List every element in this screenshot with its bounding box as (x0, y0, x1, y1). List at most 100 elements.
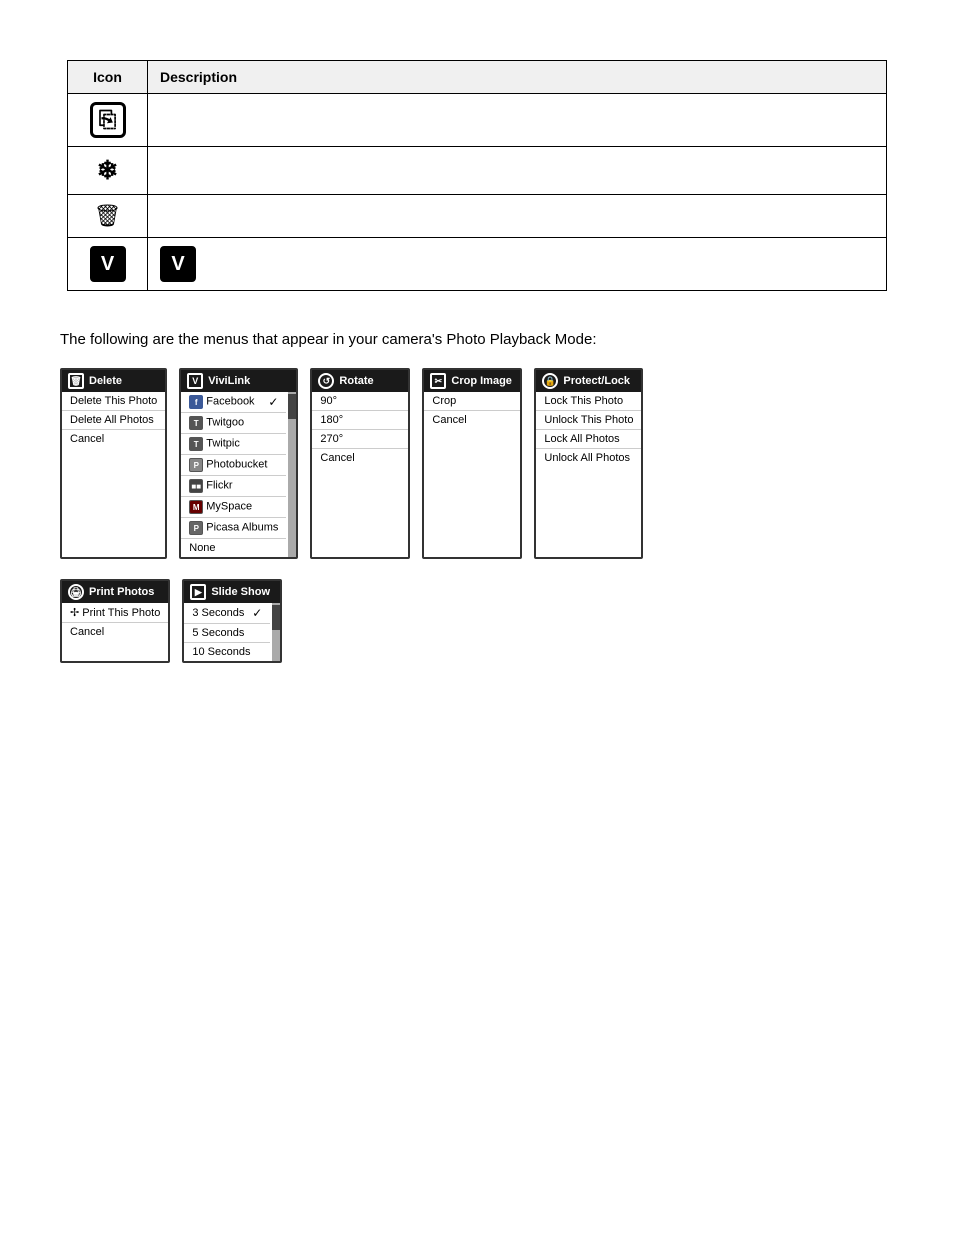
vivilink-scrollbar[interactable] (288, 392, 296, 557)
print-menu: 🖨 Print Photos ✢ Print This Photo Cancel (60, 579, 170, 663)
delete-item-2[interactable]: Delete All Photos (62, 411, 165, 430)
intro-text: The following are the menus that appear … (60, 331, 894, 348)
crop-menu-body: Crop Cancel (424, 392, 520, 429)
delete-item-3[interactable]: Cancel (62, 430, 165, 448)
slideshow-item-10sec[interactable]: 10 Seconds (184, 643, 270, 661)
print-menu-body: ✢ Print This Photo Cancel (62, 603, 168, 641)
slideshow-header-icon: ▶ (190, 584, 206, 600)
lightning-icon: ❄ (97, 155, 119, 185)
row-description-4: V (148, 238, 887, 291)
protect-menu-header: 🔒 Protect/Lock (536, 370, 641, 392)
rotate-item-cancel[interactable]: Cancel (312, 449, 408, 467)
photobucket-icon: P (189, 458, 203, 472)
protect-header-icon: 🔒 (542, 373, 558, 389)
vivilink-item-twitgoo[interactable]: TTwitgoo (181, 413, 286, 434)
menus-row-1: 🗑 Delete Delete This Photo Delete All Ph… (60, 368, 894, 559)
twitgoo-icon: T (189, 416, 203, 430)
vivilink-scrollbar-thumb (288, 394, 296, 419)
myspace-icon: M (189, 500, 203, 514)
slideshow-check: ✓ (252, 606, 262, 620)
table-row: ❄ (68, 147, 887, 195)
icon-v-cell: V (68, 238, 148, 291)
table-row: V V (68, 238, 887, 291)
rotate-menu: ↺ Rotate 90° 180° 270° Cancel (310, 368, 410, 559)
delete-menu: 🗑 Delete Delete This Photo Delete All Ph… (60, 368, 167, 559)
slideshow-item-3sec[interactable]: 3 Seconds ✓ (184, 603, 270, 624)
icon-table: Icon Description ⎘ ❄ 🗑 V V (67, 60, 887, 291)
menus-section: 🗑 Delete Delete This Photo Delete All Ph… (60, 368, 894, 663)
vivilink-menu-body: fFacebook ✓ TTwitgoo TTwitpic PPhotobuck… (181, 392, 296, 557)
picasa-icon: P (189, 521, 203, 535)
vivilink-menu: V ViviLink fFacebook ✓ TTwitgoo TTwitpic (179, 368, 298, 559)
facebook-icon: f (189, 395, 203, 409)
slideshow-scrollbar-thumb (272, 605, 280, 630)
delete-header-icon: 🗑 (68, 373, 84, 389)
table-header-icon: Icon (68, 61, 148, 94)
vivilink-menu-header: V ViviLink (181, 370, 296, 392)
icon-trash-cell: 🗑 (68, 195, 148, 238)
rotate-menu-header: ↺ Rotate (312, 370, 408, 392)
protect-menu-body: Lock This Photo Unlock This Photo Lock A… (536, 392, 641, 467)
row-description-2 (148, 147, 887, 195)
rotate-item-180[interactable]: 180° (312, 411, 408, 430)
slideshow-menu-body: 3 Seconds ✓ 5 Seconds 10 Seconds (184, 603, 280, 661)
slideshow-items: 3 Seconds ✓ 5 Seconds 10 Seconds (184, 603, 280, 661)
delete-menu-header: 🗑 Delete (62, 370, 165, 392)
facebook-check: ✓ (268, 395, 278, 409)
protect-item-lock-photo[interactable]: Lock This Photo (536, 392, 641, 411)
vivilink-header-icon: V (187, 373, 203, 389)
crop-header-icon: ✂ (430, 373, 446, 389)
v-icon-inner: V (160, 246, 196, 282)
vivilink-item-none[interactable]: None (181, 539, 286, 557)
twitpic-icon: T (189, 437, 203, 451)
slideshow-item-5sec[interactable]: 5 Seconds (184, 624, 270, 643)
print-item-cancel[interactable]: Cancel (62, 623, 168, 641)
vivilink-item-photobucket[interactable]: PPhotobucket (181, 455, 286, 476)
delete-menu-body: Delete This Photo Delete All Photos Canc… (62, 392, 165, 448)
print-header-label: Print Photos (89, 586, 154, 598)
protect-item-unlock-photo[interactable]: Unlock This Photo (536, 411, 641, 430)
rotate-header-label: Rotate (339, 375, 373, 387)
icon-lightning-cell: ❄ (68, 147, 148, 195)
copy-icon: ⎘ (90, 102, 126, 138)
crop-item-cancel[interactable]: Cancel (424, 411, 520, 429)
protect-item-lock-all[interactable]: Lock All Photos (536, 430, 641, 449)
protect-header-label: Protect/Lock (563, 375, 630, 387)
crop-menu: ✂ Crop Image Crop Cancel (422, 368, 522, 559)
crop-header-label: Crop Image (451, 375, 512, 387)
table-header-description: Description (148, 61, 887, 94)
flickr-icon: ■■ (189, 479, 203, 493)
slideshow-menu-header: ▶ Slide Show (184, 581, 280, 603)
delete-header-label: Delete (89, 375, 122, 387)
trash-icon: 🗑 (94, 203, 122, 228)
rotate-item-90[interactable]: 90° (312, 392, 408, 411)
v-icon-outer: V (90, 246, 126, 282)
vivilink-items: fFacebook ✓ TTwitgoo TTwitpic PPhotobuck… (181, 392, 296, 557)
vivilink-header-label: ViviLink (208, 375, 250, 387)
vivilink-item-twitpic[interactable]: TTwitpic (181, 434, 286, 455)
row-description-1 (148, 94, 887, 147)
delete-item-1[interactable]: Delete This Photo (62, 392, 165, 411)
vivilink-item-myspace[interactable]: MMySpace (181, 497, 286, 518)
slideshow-menu: ▶ Slide Show 3 Seconds ✓ 5 Seconds 10 Se… (182, 579, 282, 663)
slideshow-header-label: Slide Show (211, 586, 270, 598)
table-row: 🗑 (68, 195, 887, 238)
vivilink-item-flickr[interactable]: ■■Flickr (181, 476, 286, 497)
rotate-header-icon: ↺ (318, 373, 334, 389)
vivilink-item-facebook[interactable]: fFacebook ✓ (181, 392, 286, 413)
menus-row-2: 🖨 Print Photos ✢ Print This Photo Cancel… (60, 579, 894, 663)
slideshow-scrollbar[interactable] (272, 603, 280, 661)
icon-copy-cell: ⎘ (68, 94, 148, 147)
rotate-item-270[interactable]: 270° (312, 430, 408, 449)
crop-menu-header: ✂ Crop Image (424, 370, 520, 392)
row-description-3 (148, 195, 887, 238)
print-menu-header: 🖨 Print Photos (62, 581, 168, 603)
protect-menu: 🔒 Protect/Lock Lock This Photo Unlock Th… (534, 368, 643, 559)
print-header-icon: 🖨 (68, 584, 84, 600)
vivilink-item-picasa[interactable]: PPicasa Albums (181, 518, 286, 539)
table-row: ⎘ (68, 94, 887, 147)
print-item-print[interactable]: ✢ Print This Photo (62, 603, 168, 623)
rotate-menu-body: 90° 180° 270° Cancel (312, 392, 408, 467)
crop-item-crop[interactable]: Crop (424, 392, 520, 411)
protect-item-unlock-all[interactable]: Unlock All Photos (536, 449, 641, 467)
